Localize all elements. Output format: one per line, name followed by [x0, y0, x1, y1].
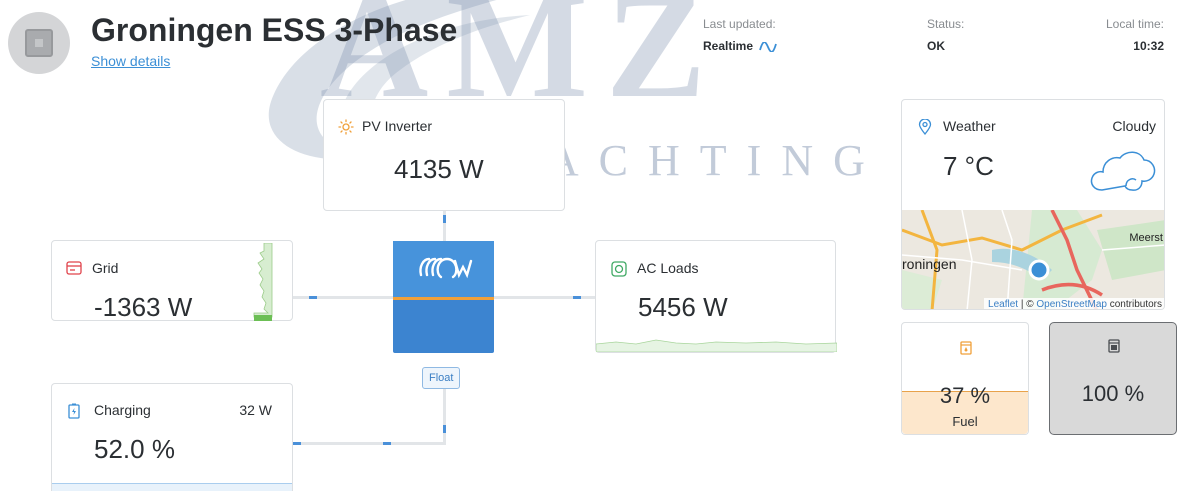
grid-sparkline	[253, 243, 273, 321]
flow-dot	[443, 215, 446, 223]
tank-card[interactable]: 100 %	[1049, 322, 1177, 435]
connector-grid-inverter	[293, 296, 393, 299]
grid-icon	[66, 261, 82, 275]
local-time-value: 10:32	[1133, 39, 1164, 53]
battery-soc-value: 52.0 %	[94, 434, 175, 464]
leaflet-link[interactable]: Leaflet	[988, 299, 1018, 309]
grid-card[interactable]: Grid -1363 W	[51, 240, 293, 322]
battery-soc-bar	[52, 483, 292, 491]
map-town-label: roningen	[902, 256, 957, 272]
status: Status: OK	[927, 17, 964, 53]
site-avatar	[8, 12, 70, 74]
fuel-tank-icon	[960, 341, 972, 355]
local-time: Local time: 10:32	[1106, 17, 1164, 53]
pv-inverter-value: 4135 W	[394, 154, 484, 184]
show-details-link[interactable]: Show details	[91, 53, 170, 69]
device-icon	[25, 29, 53, 57]
flow-dot	[573, 296, 581, 299]
ac-loads-value: 5456 W	[638, 292, 728, 322]
status-label: Status:	[927, 17, 965, 31]
map-attribution: Leaflet | © OpenStreetMap contributors	[984, 298, 1164, 310]
pv-inverter-label: PV Inverter	[362, 118, 433, 134]
weather-condition: Cloudy	[1112, 118, 1156, 134]
socket-icon	[611, 261, 627, 277]
tank-level-percent: 100 %	[1081, 381, 1145, 406]
connector-inverter-battery-vertical	[443, 389, 446, 444]
last-updated-label: Last updated:	[703, 17, 776, 31]
connector-inverter-battery-horizontal	[293, 442, 446, 445]
grid-value: -1363 W	[94, 292, 193, 322]
inverter-state-badge: Float	[422, 367, 461, 389]
ac-loads-label: AC Loads	[637, 260, 699, 276]
header: Groningen ESS 3-Phase Show details Last …	[0, 0, 1182, 80]
map-attribution-rest: contributors	[1106, 299, 1162, 310]
inverter-block[interactable]	[393, 241, 494, 353]
map-attribution-separator: | ©	[1018, 299, 1037, 310]
flow-dot	[309, 296, 317, 299]
page-title: Groningen ESS 3-Phase	[91, 12, 458, 48]
fuel-tank-card[interactable]: 37 % Fuel	[901, 322, 1029, 435]
osm-link[interactable]: OpenStreetMap	[1036, 299, 1107, 309]
local-time-label: Local time:	[1105, 17, 1164, 31]
flow-dot	[443, 425, 446, 433]
battery-icon	[68, 403, 80, 419]
realtime-wave-icon	[759, 41, 778, 52]
flow-dot	[293, 442, 301, 445]
battery-state-label: Charging	[94, 402, 151, 418]
ac-loads-card[interactable]: AC Loads 5456 W	[595, 240, 837, 353]
ac-loads-sparkline	[596, 339, 837, 352]
last-updated-value: Realtime	[703, 39, 754, 53]
tank-icon	[1108, 339, 1120, 353]
grid-label: Grid	[92, 260, 119, 276]
fuel-level-percent: 37 %	[939, 383, 991, 408]
weather-label: Weather	[943, 118, 996, 134]
battery-power-value: 32 W	[239, 402, 272, 418]
cloud-icon	[1090, 151, 1156, 191]
fuel-tank-name: Fuel	[952, 414, 978, 429]
dashboard-page: AMZ YACHTING Groningen ESS 3-Phase Show …	[0, 0, 1182, 491]
weather-card[interactable]: Weather Cloudy 7 °C roningen Meerst Leaf…	[901, 99, 1165, 310]
inverter-stripe	[393, 297, 494, 300]
status-value: OK	[927, 39, 945, 53]
battery-card[interactable]: Charging 32 W 52.0 %	[51, 383, 293, 491]
location-pin-icon	[918, 119, 932, 135]
weather-temperature: 7 °C	[943, 151, 994, 181]
location-map[interactable]: roningen Meerst Leaflet | © OpenStreetMa…	[902, 210, 1164, 310]
last-updated: Last updated: Realtime	[703, 17, 778, 53]
map-town-label-2: Meerst	[1129, 232, 1163, 244]
flow-dot	[383, 442, 391, 445]
pv-inverter-card[interactable]: PV Inverter 4135 W	[323, 99, 565, 211]
victron-logo-icon	[419, 257, 473, 279]
sun-icon	[338, 119, 354, 135]
